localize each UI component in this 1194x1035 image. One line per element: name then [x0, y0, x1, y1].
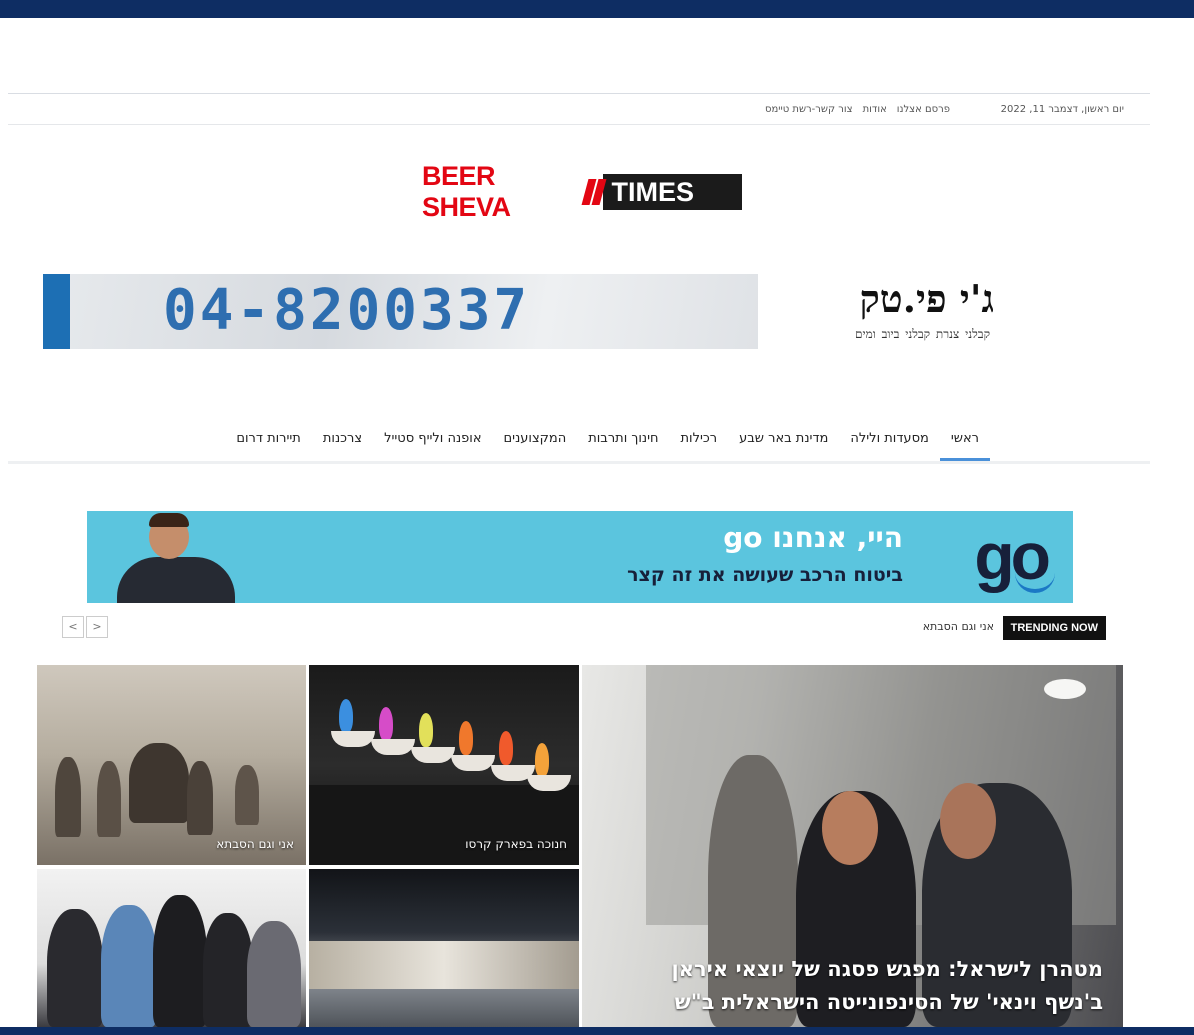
flame-shape	[419, 713, 433, 747]
nav-item-south-tourism[interactable]: תיירות דרום	[225, 428, 312, 461]
nav-item-professionals[interactable]: המקצוענים	[493, 428, 578, 461]
ad-person-image	[117, 511, 237, 603]
site-logo[interactable]: BEER SHEVA TIMES	[422, 161, 742, 222]
ad-phone-number: 04-8200337	[163, 278, 531, 343]
table-surface	[309, 785, 579, 865]
photo-ceiling-light	[1044, 679, 1086, 699]
photo-horse-shape	[129, 743, 189, 823]
flame-shape	[459, 721, 473, 755]
nav-item-fashion-lifestyle[interactable]: אופנה ולייף סטייל	[373, 428, 492, 461]
ad-go-headline: היי, אנחנו go	[723, 521, 903, 554]
nav-item-gossip[interactable]: רכילות	[670, 428, 729, 461]
article-tile-featured[interactable]: מטהרן לישראל: מפגש פסגה של יוצאי איראן ב…	[582, 665, 1123, 1027]
flame-shape	[499, 731, 513, 765]
bowl-shape	[411, 747, 455, 763]
logo-text-times: TIMES	[603, 174, 742, 210]
bowl-shape	[451, 755, 495, 771]
flame-shape	[535, 743, 549, 777]
flame-shape	[379, 707, 393, 741]
top-bar: יום ראשון, דצמבר 11, 2022 פרסם אצלנו אוד…	[8, 93, 1150, 125]
top-links: פרסם אצלנו אודות צור קשר-רשת טיימס	[765, 104, 950, 115]
photo-face-right	[940, 783, 996, 859]
nav-item-state-beer-sheva[interactable]: מדינת באר שבע	[728, 428, 839, 461]
bowl-shape	[331, 731, 375, 747]
featured-article-title: מטהרן לישראל: מפגש פסגה של יוצאי איראן ב…	[671, 957, 1103, 1014]
ad-banner-go-insurance[interactable]: go היי, אנחנו go ביטוח הרכב שעושה את זה …	[87, 511, 1073, 603]
article-tile-cinema[interactable]	[309, 869, 579, 1027]
photo-person	[203, 913, 253, 1027]
nav-item-home[interactable]: ראשי	[939, 428, 991, 461]
photo-person	[153, 895, 207, 1027]
photo-face-center	[822, 791, 878, 865]
photo-figure	[97, 761, 121, 837]
photo-figure	[235, 765, 259, 825]
photo-person	[247, 921, 301, 1027]
article-tile-caption: אני וגם הסבתא	[216, 837, 294, 851]
photo-figure	[55, 757, 81, 837]
ad-brand-tagline: קבלני צנרת קבלני ביוב ומים	[855, 327, 990, 341]
page-right-margin	[1164, 18, 1194, 1035]
trending-bar: TRENDING NOW אני וגם הסבתא < >	[60, 616, 1106, 640]
window-top-border	[0, 0, 1194, 18]
ad-brand-name: ג'י פי.טק	[859, 276, 994, 321]
photo-person	[101, 905, 157, 1027]
bowl-shape	[371, 739, 415, 755]
ad-stripe	[43, 274, 70, 349]
ad-banner-phone[interactable]: 04-8200337	[43, 274, 758, 349]
trending-prev-button[interactable]: <	[62, 616, 84, 638]
trending-pager: < >	[62, 616, 108, 638]
top-link-about[interactable]: אודות	[863, 104, 887, 115]
logo-text-beer-sheva: BEER SHEVA	[422, 161, 511, 222]
ad-go-subline: ביטוח הרכב שעושה את זה קצר	[627, 564, 903, 586]
window-bottom-border	[0, 1027, 1194, 1035]
nav-item-education-culture[interactable]: חינוך ותרבות	[577, 428, 669, 461]
trending-headline[interactable]: אני וגם הסבתא	[923, 620, 994, 633]
article-tile-event-group[interactable]	[37, 869, 306, 1027]
logo-separator-icon	[581, 177, 601, 207]
main-navigation: ראשי מסעדות ולילה מדינת באר שבע רכילות ח…	[8, 420, 1150, 464]
photo-screen-panorama	[309, 941, 579, 989]
current-date: יום ראשון, דצמבר 11, 2022	[1000, 104, 1124, 115]
photo-figure	[187, 761, 213, 835]
flame-shape	[339, 699, 353, 733]
trending-next-button[interactable]: >	[86, 616, 108, 638]
ad-brand-block[interactable]: ג'י פי.טק קבלני צנרת קבלני ביוב ומים	[764, 274, 1004, 349]
article-tile-caption: חנוכה בפארק קרסו	[465, 837, 567, 851]
article-tile-hanukkah[interactable]: חנוכה בפארק קרסו	[309, 665, 579, 865]
top-link-contact[interactable]: צור קשר-רשת טיימס	[765, 104, 853, 115]
trending-badge: TRENDING NOW	[1002, 616, 1106, 640]
article-tile-grandma[interactable]: אני וגם הסבתא	[37, 665, 306, 865]
top-link-advertise[interactable]: פרסם אצלנו	[897, 104, 950, 115]
nav-item-consumerism[interactable]: צרכנות	[312, 428, 373, 461]
photo-person	[47, 909, 103, 1027]
nav-item-restaurants[interactable]: מסעדות ולילה	[839, 428, 939, 461]
